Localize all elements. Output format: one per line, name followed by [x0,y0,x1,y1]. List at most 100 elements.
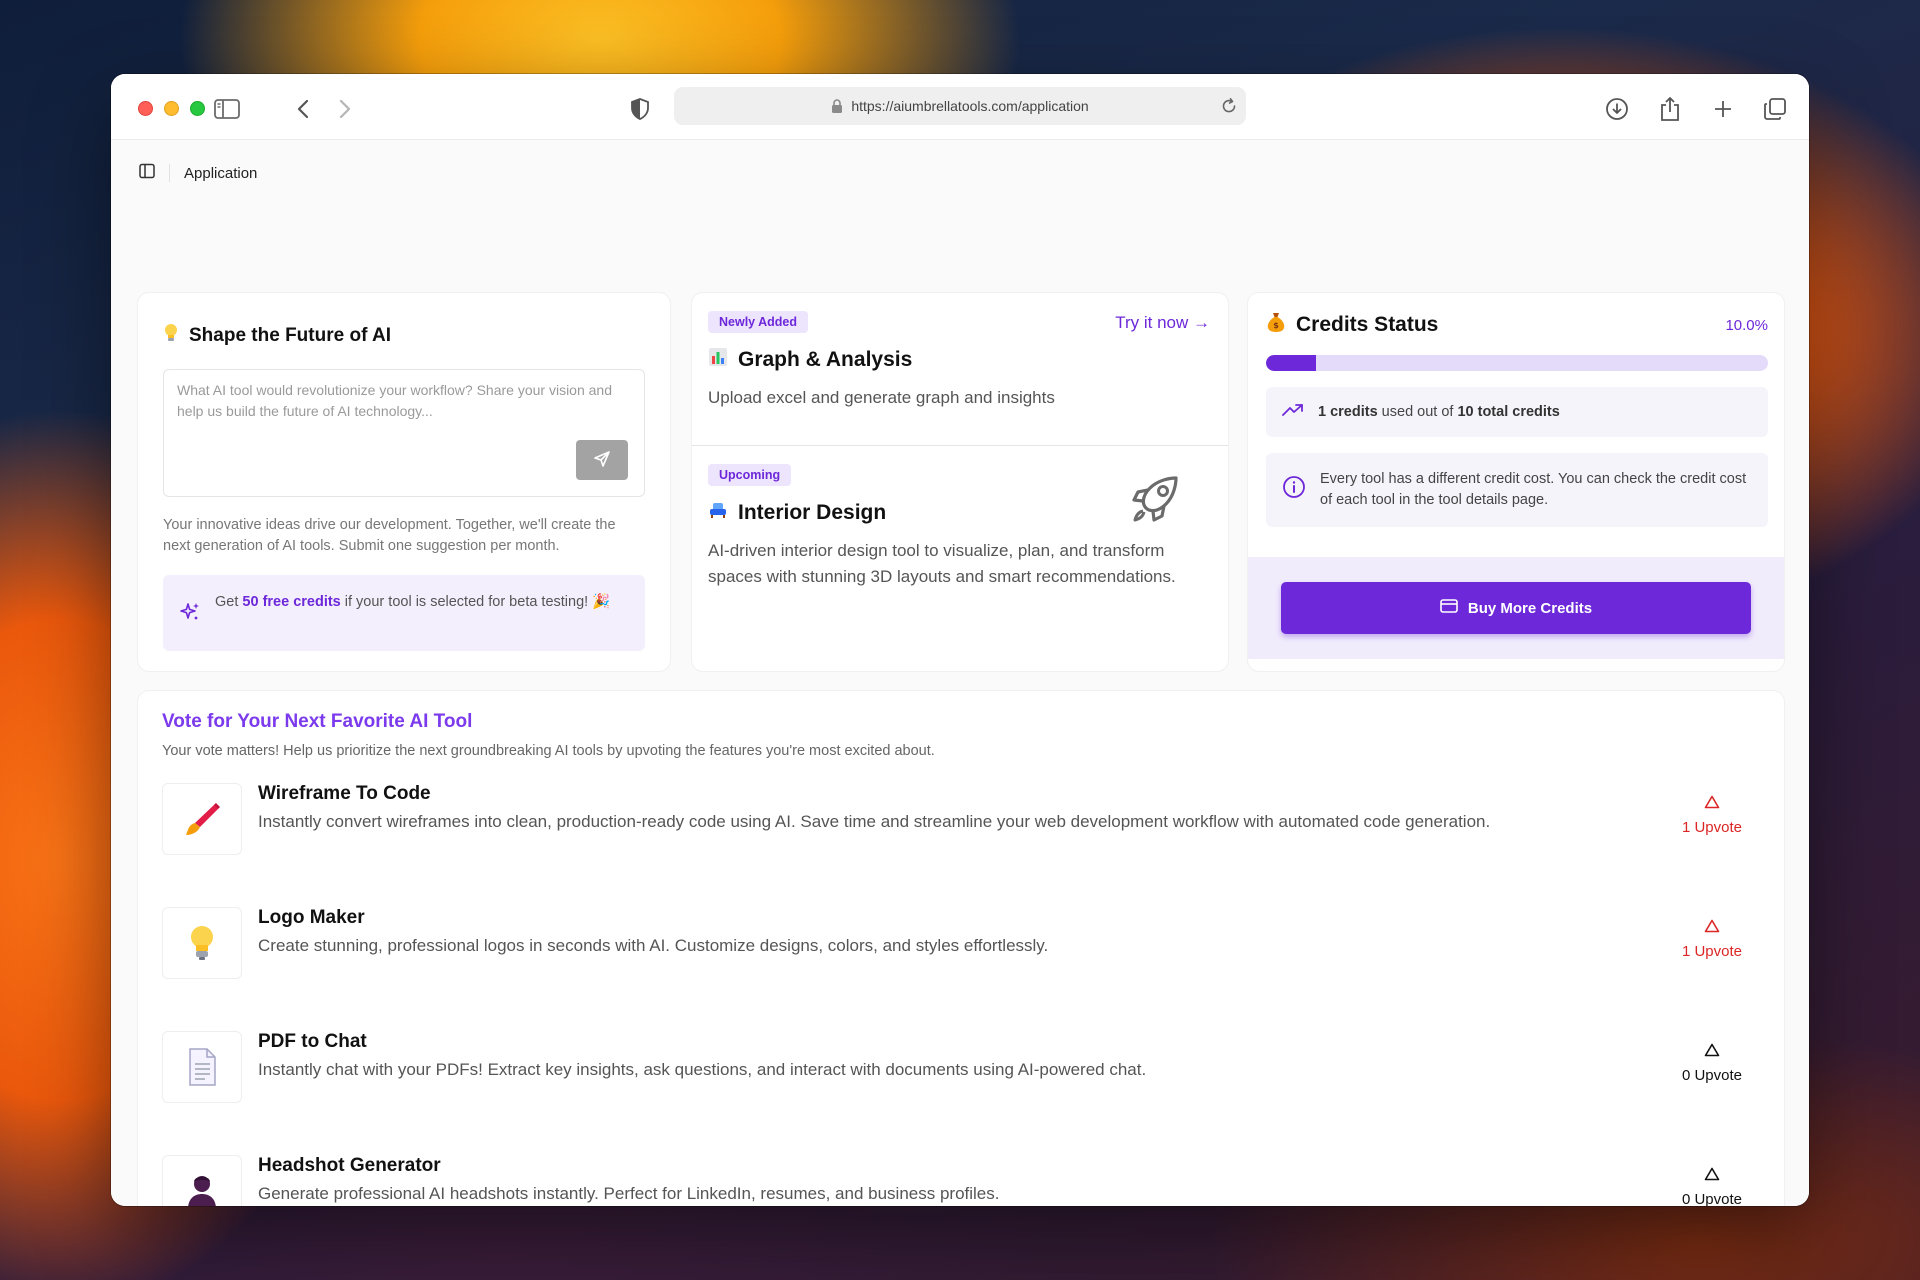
graph-analysis-title: Graph & Analysis [738,348,913,371]
credits-percent: 10.0% [1725,316,1768,334]
lightbulb-icon [162,907,242,979]
graph-analysis-section: Newly Added Try it now → Graph & Analysi… [692,293,1228,445]
credits-usage-text: 1 credits used out of 10 total credits [1318,404,1560,420]
upvote-count: 0 Upvote [1681,1191,1743,1206]
suggestion-input-wrapper [163,369,645,497]
promo-suffix: if your tool is selected for beta testin… [340,594,611,610]
credit-card-icon [1440,599,1458,617]
vote-card: Vote for Your Next Favorite AI Tool Your… [137,690,1785,1206]
browser-toolbar: https://aiumbrellatools.com/application [111,74,1809,140]
credits-progress-bar [1266,355,1768,371]
upvote-button[interactable]: 1 Upvote [1672,795,1752,836]
upvote-button[interactable]: 0 Upvote [1672,1043,1752,1084]
upvote-button[interactable]: 1 Upvote [1672,919,1752,960]
svg-text:$: $ [1273,321,1279,330]
try-it-now-link[interactable]: Try it now → [1115,313,1210,333]
vote-item-headshot-generator: Headshot Generator Generate professional… [162,1151,1760,1206]
send-icon [593,450,611,471]
app-content: Application Shape the Future of AI Your … [111,140,1809,1206]
buy-more-credits-label: Buy More Credits [1467,599,1593,617]
credits-info-text: Every tool has a different credit cost. … [1320,471,1747,508]
credits-total: 10 total credits [1457,404,1560,420]
vote-item-name: Headshot Generator [258,1155,441,1176]
reload-icon[interactable] [1220,97,1238,118]
lightbulb-icon [163,323,179,349]
privacy-shield-icon[interactable] [627,96,653,122]
triangle-up-icon [1672,1043,1752,1061]
minimize-window-button[interactable] [164,101,179,116]
document-icon [162,1031,242,1103]
vote-item-description: Instantly chat with your PDFs! Extract k… [258,1060,1147,1079]
triangle-up-icon [1672,795,1752,813]
forward-icon[interactable] [332,96,358,122]
vote-item-pdf-to-chat: PDF to Chat Instantly chat with your PDF… [162,1027,1760,1151]
new-tab-icon[interactable] [1710,96,1736,122]
download-icon[interactable] [1604,96,1630,122]
promo-credits-highlight: 50 free credits [242,594,341,610]
credits-info-box: Every tool has a different credit cost. … [1266,453,1768,527]
upvote-count: 1 Upvote [1681,943,1743,960]
upvote-count: 1 Upvote [1681,819,1743,836]
suggestion-title: Shape the Future of AI [189,325,391,346]
paintbrush-icon [162,783,242,855]
trending-up-icon [1282,403,1304,421]
interior-design-title: Interior Design [738,501,887,524]
bar-chart-icon [708,347,728,373]
person-silhouette-icon [162,1155,242,1206]
vote-item-name: Wireframe To Code [258,783,431,804]
credits-progress-fill [1266,355,1317,371]
send-suggestion-button[interactable] [576,440,628,480]
vote-subtitle: Your vote matters! Help us prioritize th… [162,743,935,759]
interior-design-section: Upcoming Interior Design AI-driven inter… [692,445,1228,608]
sparkles-icon [179,601,201,630]
info-icon [1282,475,1306,506]
suggestion-input[interactable] [177,380,631,440]
newly-added-badge: Newly Added [708,311,809,333]
vote-list: Wireframe To Code Instantly convert wire… [162,779,1760,1206]
upvote-button[interactable]: 0 Upvote [1672,1167,1752,1206]
vote-item-description: Instantly convert wireframes into clean,… [258,812,1491,831]
triangle-up-icon [1672,1167,1752,1185]
sidebar-toggle-icon[interactable] [214,96,240,122]
window-controls [138,101,205,116]
vote-item-body: Logo Maker Create stunning, professional… [258,903,1638,1027]
sidebar-panel-icon[interactable] [139,163,155,184]
credits-title: Credits Status [1296,313,1439,336]
credits-used-mid: used out of [1377,404,1458,420]
featured-tools-card: Newly Added Try it now → Graph & Analysi… [691,292,1229,672]
upvote-count: 0 Upvote [1681,1067,1743,1084]
buy-more-credits-button[interactable]: Buy More Credits [1281,582,1751,634]
breadcrumb: Application [135,140,1785,206]
tab-overview-icon[interactable] [1762,96,1788,122]
upcoming-badge: Upcoming [708,464,792,486]
vote-item-wireframe-to-code: Wireframe To Code Instantly convert wire… [162,779,1760,903]
back-icon[interactable] [290,96,316,122]
browser-window: https://aiumbrellatools.com/application … [111,74,1809,1206]
armchair-icon [708,500,728,526]
beta-credits-promo: Get 50 free credits if your tool is sele… [163,575,645,651]
vote-item-body: Headshot Generator Generate professional… [258,1151,1638,1206]
vote-item-logo-maker: Logo Maker Create stunning, professional… [162,903,1760,1027]
vote-item-name: Logo Maker [258,907,365,928]
credits-heading: $ Credits Status [1266,311,1438,339]
maximize-window-button[interactable] [190,101,205,116]
close-window-button[interactable] [138,101,153,116]
vote-item-body: Wireframe To Code Instantly convert wire… [258,779,1638,903]
share-icon[interactable] [1657,96,1683,122]
url-text: https://aiumbrellatools.com/application [851,98,1089,114]
money-bag-icon: $ [1266,311,1286,339]
vote-item-description: Generate professional AI headshots insta… [258,1184,1000,1203]
vote-item-name: PDF to Chat [258,1031,367,1052]
promo-prefix: Get [215,594,243,610]
address-bar[interactable]: https://aiumbrellatools.com/application [674,87,1246,125]
credits-usage-box: 1 credits used out of 10 total credits [1266,387,1768,437]
vote-title: Vote for Your Next Favorite AI Tool [162,711,473,732]
triangle-up-icon [1672,919,1752,937]
suggestion-description: Your innovative ideas drive our developm… [163,517,616,554]
credits-header: $ Credits Status 10.0% [1248,293,1784,339]
credits-used: 1 credits [1318,404,1378,420]
lock-icon [831,98,843,114]
vote-item-description: Create stunning, professional logos in s… [258,936,1049,955]
breadcrumb-current: Application [184,164,258,182]
rocket-icon [1126,470,1184,533]
